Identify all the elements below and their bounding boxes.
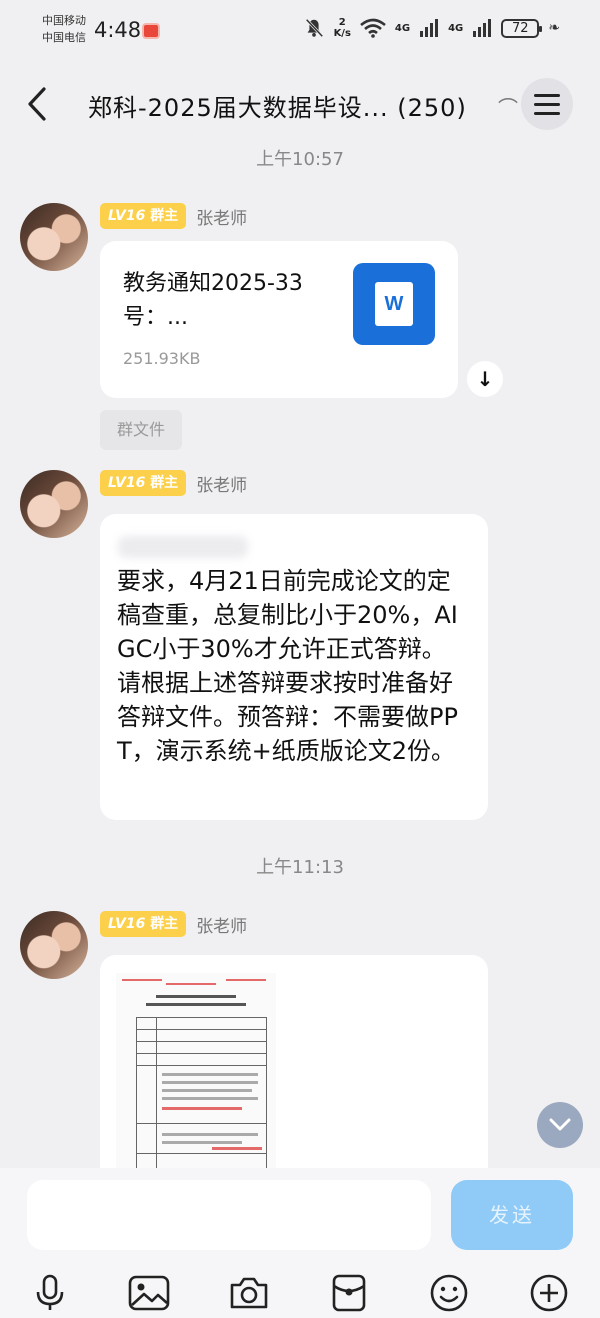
file-message[interactable]: 教务通知2025-33号：... 251.93KB W [100, 241, 458, 398]
sender-name[interactable]: 张老师 [196, 912, 247, 937]
sender-name[interactable]: 张老师 [196, 471, 247, 496]
back-arrow-icon[interactable] [22, 84, 52, 124]
word-file-icon: W [353, 263, 435, 345]
ear-icon[interactable]: ⌒ [498, 92, 518, 121]
level-badge: LV16 群主 [100, 470, 187, 496]
file-size: 251.93KB [123, 349, 201, 368]
member-count: (250) [397, 94, 467, 122]
level-badge: LV16 群主 [100, 911, 187, 937]
avatar[interactable] [20, 911, 88, 979]
network-type-2: 4G [448, 22, 464, 34]
blurred-text [118, 536, 248, 558]
avatar[interactable] [20, 470, 88, 538]
menu-button[interactable] [521, 78, 573, 130]
group-name: 郑科-2025届大数据毕设... [88, 94, 389, 122]
carrier-1: 中国移动 [42, 14, 86, 27]
status-icons: 2 K/s 4G 4G 72 ❧ [303, 17, 560, 39]
network-speed: 2 K/s [334, 17, 351, 39]
carrier-info: 中国移动 中国电信 [42, 12, 86, 46]
sender-info: LV16 群主 张老师 [100, 203, 247, 229]
emoji-icon[interactable] [428, 1272, 470, 1314]
image-message[interactable] [100, 955, 488, 1175]
level-badge: LV16 群主 [100, 203, 187, 229]
scroll-to-bottom-button[interactable] [537, 1102, 583, 1148]
status-time: 4:48 [94, 18, 142, 42]
signal-icon-2 [473, 19, 492, 37]
sender-info: LV16 群主 张老师 [100, 911, 247, 937]
menu-icon [534, 93, 560, 97]
speed-unit: K/s [333, 28, 351, 39]
wifi-icon [360, 18, 386, 38]
chevron-down-icon [549, 1118, 571, 1131]
sender-info: LV16 群主 张老师 [100, 470, 247, 496]
image-icon[interactable] [128, 1272, 170, 1314]
plus-icon[interactable] [528, 1272, 570, 1314]
text-message[interactable]: 要求，4月21日前完成论文的定稿查重，总复制比小于20%，AIGC小于30%才允… [100, 514, 488, 820]
speed-value: 2 [338, 17, 346, 28]
app-notification-icon [142, 23, 160, 39]
message-timestamp: 上午10:57 [256, 149, 344, 170]
status-bar: 中国移动 中国电信 4:48 2 K/s 4G 4G 72 ❧ [0, 0, 600, 64]
microphone-icon[interactable] [29, 1272, 71, 1314]
message-timestamp: 上午11:13 [256, 857, 344, 878]
input-area: 发送 [0, 1168, 600, 1318]
chat-header: 郑科-2025届大数据毕设... (250) ⌒ [0, 72, 600, 136]
group-file-tag[interactable]: 群文件 [100, 410, 182, 450]
input-toolbar [0, 1264, 600, 1318]
avatar[interactable] [20, 203, 88, 271]
network-type-1: 4G [394, 22, 411, 34]
red-packet-icon[interactable] [328, 1272, 370, 1314]
signal-icon [420, 19, 439, 37]
mute-bell-icon [305, 18, 323, 38]
leaf-icon: ❧ [548, 20, 560, 36]
file-name: 教务通知2025-33号：... [123, 271, 303, 330]
document-photo [116, 973, 276, 1173]
camera-icon[interactable] [228, 1272, 270, 1314]
download-button[interactable]: ↓ [467, 361, 503, 397]
message-input[interactable] [27, 1180, 431, 1250]
carrier-2: 中国电信 [42, 31, 86, 44]
sender-name[interactable]: 张老师 [196, 204, 247, 229]
message-text: 要求，4月21日前完成论文的定稿查重，总复制比小于20%，AIGC小于30%才允… [117, 567, 458, 765]
group-title[interactable]: 郑科-2025届大数据毕设... (250) [88, 88, 467, 123]
send-button[interactable]: 发送 [451, 1180, 573, 1250]
battery-icon: 72 [501, 18, 543, 38]
